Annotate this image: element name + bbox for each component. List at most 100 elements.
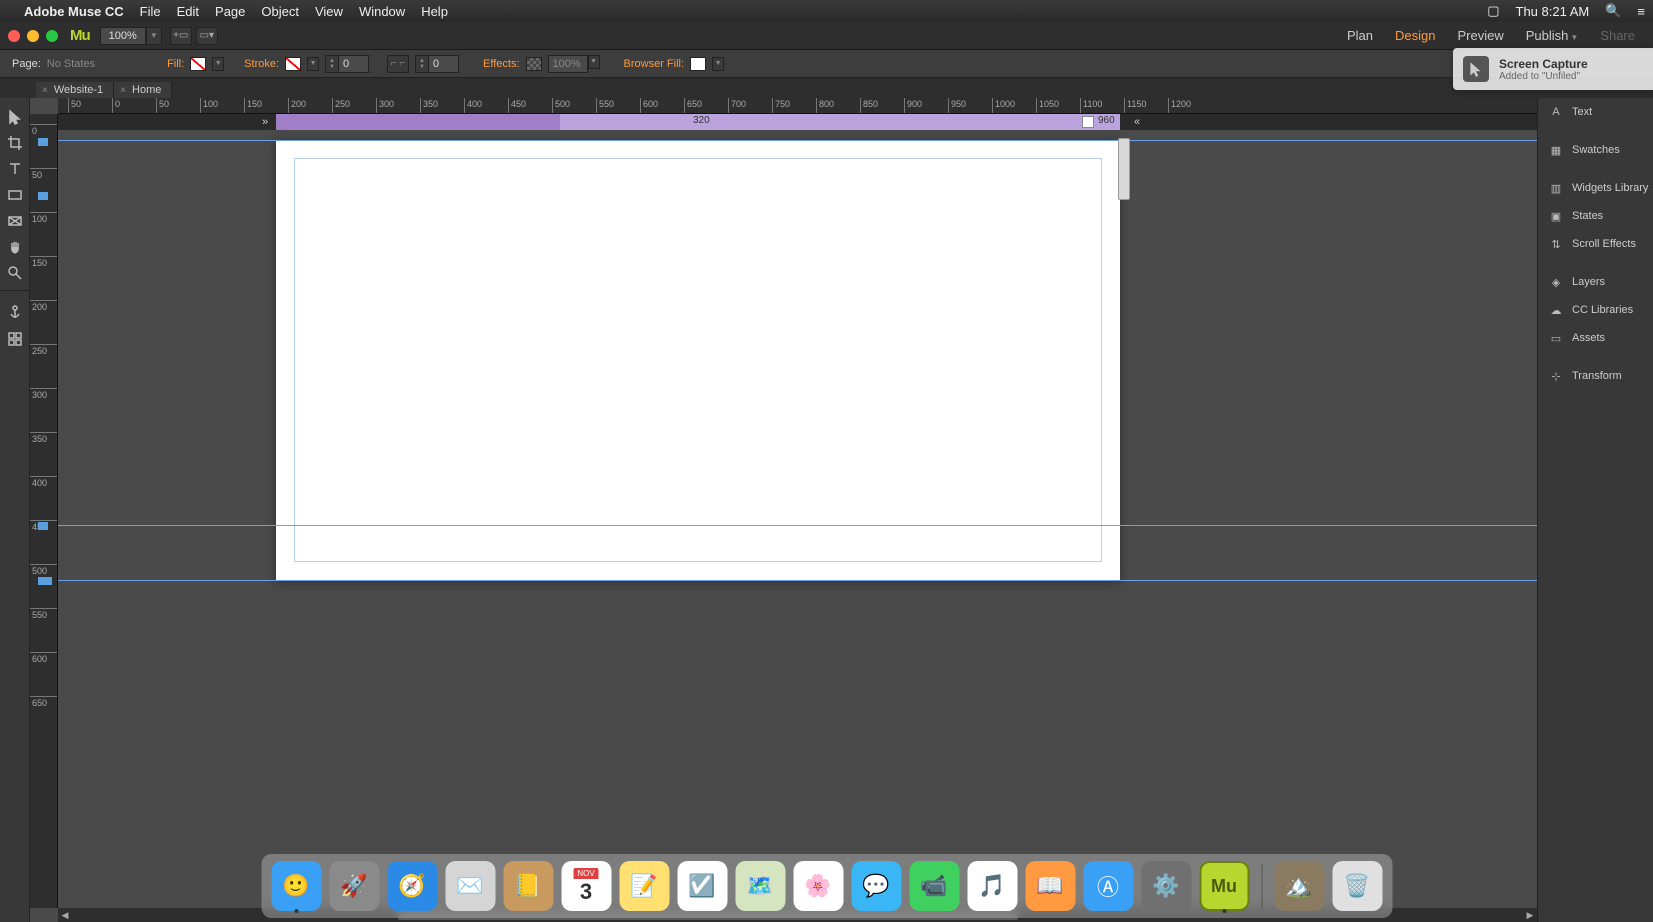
browser-fill-dropdown-icon[interactable]: ▼ <box>712 57 724 71</box>
menu-help[interactable]: Help <box>421 4 448 19</box>
zoom-button[interactable] <box>46 30 58 42</box>
menu-window[interactable]: Window <box>359 4 405 19</box>
guide-top[interactable] <box>58 140 1537 141</box>
layout-options-icon[interactable]: ▭▾ <box>196 27 218 45</box>
ruler-tick: 150 <box>244 98 245 113</box>
dock-app-messages[interactable]: 💬 <box>851 861 901 911</box>
text-tool-icon[interactable] <box>6 160 24 178</box>
page-states-dropdown[interactable]: No States <box>47 58 95 70</box>
anchor-tool-icon[interactable] <box>6 304 24 322</box>
menu-edit[interactable]: Edit <box>177 4 199 19</box>
dock-app-itunes[interactable]: 🎵 <box>967 861 1017 911</box>
panel-text[interactable]: AText <box>1538 98 1653 126</box>
dock-app-facetime[interactable]: 📹 <box>909 861 959 911</box>
scroll-left-icon[interactable]: ◀ <box>58 908 72 922</box>
corner-options-icon[interactable]: ⌐ ⌐ <box>387 55 409 73</box>
hand-tool-icon[interactable] <box>6 238 24 256</box>
guide-footer[interactable] <box>58 525 1537 526</box>
fill-swatch[interactable] <box>190 57 206 71</box>
notification-toast[interactable]: Screen Capture Added to "Unfiled" <box>1453 48 1653 90</box>
frame-tool-icon[interactable] <box>6 212 24 230</box>
panel-states[interactable]: ▣States <box>1538 202 1653 230</box>
dock-app-launchpad[interactable]: 🚀 <box>329 861 379 911</box>
canvas[interactable] <box>58 130 1537 908</box>
breakpoint-handle[interactable] <box>1082 116 1094 128</box>
panel-widgets[interactable]: ▥Widgets Library <box>1538 174 1653 202</box>
menu-object[interactable]: Object <box>261 4 299 19</box>
dock-app-folder[interactable]: 🏔️ <box>1274 861 1324 911</box>
guide-marker-icon[interactable] <box>38 138 48 146</box>
rectangle-tool-icon[interactable] <box>6 186 24 204</box>
stroke-weight-stepper[interactable]: ▲▼ 0 <box>325 55 369 73</box>
dock-app-trash[interactable]: 🗑️ <box>1332 861 1382 911</box>
close-tab-icon[interactable]: × <box>42 85 48 96</box>
tab-website[interactable]: × Website-1 <box>36 82 114 98</box>
panel-cc-libraries[interactable]: ☁CC Libraries <box>1538 296 1653 324</box>
dock-app-appstore[interactable]: Ⓐ <box>1083 861 1133 911</box>
form-tool-icon[interactable] <box>6 330 24 348</box>
clock[interactable]: Thu 8:21 AM <box>1516 4 1590 19</box>
fill-dropdown-icon[interactable]: ▼ <box>212 57 224 71</box>
horizontal-ruler[interactable]: 5005010015020025030035040045050055060065… <box>58 98 1537 114</box>
insert-page-icon[interactable]: +▭ <box>170 27 192 45</box>
breakpoint-collapse-right-icon[interactable]: « <box>1128 114 1146 130</box>
mode-plan[interactable]: Plan <box>1347 28 1373 43</box>
breakpoint-collapse-left-icon[interactable]: » <box>256 114 274 130</box>
panel-transform[interactable]: ⊹Transform <box>1538 362 1653 390</box>
dock-app-notes[interactable]: 📝 <box>619 861 669 911</box>
crop-tool-icon[interactable] <box>6 134 24 152</box>
guide-marker-icon[interactable] <box>38 577 52 585</box>
mode-publish[interactable]: Publish▼ <box>1526 28 1579 43</box>
dock-app-contacts[interactable]: 📒 <box>503 861 553 911</box>
effects-swatch[interactable] <box>526 57 542 71</box>
panel-swatches[interactable]: ▦Swatches <box>1538 136 1653 164</box>
corner-radius-stepper[interactable]: ▲▼ 0 <box>415 55 459 73</box>
selection-tool-icon[interactable] <box>6 108 24 126</box>
vertical-ruler[interactable]: 050100150200250300350400450500550600650 <box>30 114 58 908</box>
opacity-field[interactable]: 100% ▼ <box>548 55 600 73</box>
mode-design[interactable]: Design <box>1395 28 1435 43</box>
close-button[interactable] <box>8 30 20 42</box>
airplay-icon[interactable]: ▢ <box>1487 3 1499 19</box>
menu-file[interactable]: File <box>140 4 161 19</box>
dock-app-photos[interactable]: 🌸 <box>793 861 843 911</box>
panel-layers[interactable]: ◈Layers <box>1538 268 1653 296</box>
dock-app-mail[interactable]: ✉️ <box>445 861 495 911</box>
minimize-button[interactable] <box>27 30 39 42</box>
browser-fill-swatch[interactable] <box>690 57 706 71</box>
app-menu[interactable]: Adobe Muse CC <box>24 4 124 19</box>
dock-app-safari[interactable]: 🧭 <box>387 861 437 911</box>
spotlight-icon[interactable]: 🔍 <box>1605 3 1621 19</box>
dock-app-reminders[interactable]: ☑️ <box>677 861 727 911</box>
zoom-tool-icon[interactable] <box>6 264 24 282</box>
scroll-right-icon[interactable]: ▶ <box>1523 908 1537 922</box>
zoom-control[interactable]: 100% ▼ <box>100 27 162 45</box>
breakpoint-bar[interactable]: » 320 960 « <box>58 114 1537 130</box>
ruler-tick: 650 <box>684 98 685 113</box>
menu-page[interactable]: Page <box>215 4 245 19</box>
menu-view[interactable]: View <box>315 4 343 19</box>
panel-scroll-effects[interactable]: ⇅Scroll Effects <box>1538 230 1653 258</box>
ruler-tick: 500 <box>552 98 553 113</box>
page-scroll-handle[interactable] <box>1118 138 1130 200</box>
zoom-dropdown-icon[interactable]: ▼ <box>146 27 162 45</box>
menu-list-icon[interactable]: ≡ <box>1637 4 1645 19</box>
close-tab-icon[interactable]: × <box>120 85 126 96</box>
dock-app-ibooks[interactable]: 📖 <box>1025 861 1075 911</box>
panel-assets[interactable]: ▭Assets <box>1538 324 1653 352</box>
zoom-value[interactable]: 100% <box>100 27 146 45</box>
guide-marker-icon[interactable] <box>38 522 48 530</box>
stroke-swatch[interactable] <box>285 57 301 71</box>
dock-app-maps[interactable]: 🗺️ <box>735 861 785 911</box>
stroke-dropdown-icon[interactable]: ▼ <box>307 57 319 71</box>
page-artboard[interactable] <box>276 140 1120 580</box>
tab-home[interactable]: × Home <box>114 82 172 98</box>
dock-app-preferences[interactable]: ⚙️ <box>1141 861 1191 911</box>
workspace: 5005010015020025030035040045050055060065… <box>0 98 1653 922</box>
mode-preview[interactable]: Preview <box>1457 28 1503 43</box>
guide-bottom[interactable] <box>58 580 1537 581</box>
dock-app-muse[interactable]: Mu <box>1199 861 1249 911</box>
guide-marker-icon[interactable] <box>38 192 48 200</box>
dock-app-finder[interactable]: 🙂 <box>271 861 321 911</box>
dock-app-calendar[interactable]: NOV3 <box>561 861 611 911</box>
